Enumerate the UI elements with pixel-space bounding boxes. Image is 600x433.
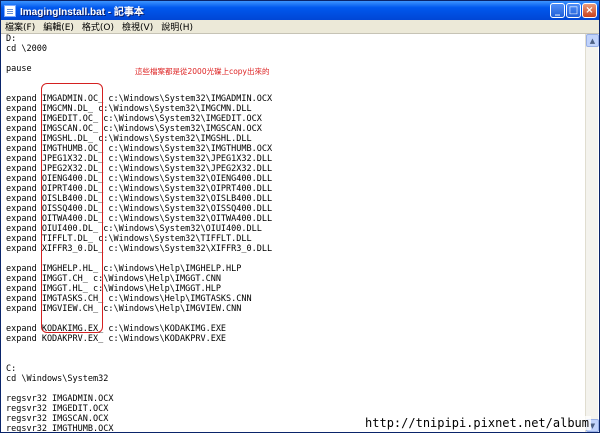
notepad-window: ImagingInstall.bat - 記事本 _ □ × 檔案(F) 編輯(… (0, 0, 600, 433)
scroll-up-button[interactable]: ▲ (586, 34, 599, 47)
editor-line: C: (6, 364, 17, 374)
red-highlight-box (41, 83, 103, 333)
red-annotation-text: 這些檔案都是從2000光碟上copy出來的 (135, 67, 270, 76)
editor-line: cd \2000 (6, 44, 47, 54)
window-controls: _ □ × (550, 3, 597, 18)
close-button[interactable]: × (582, 3, 597, 18)
editor-line: cd \Windows\System32 (6, 374, 109, 384)
notepad-icon[interactable] (4, 4, 16, 17)
menu-format[interactable]: 格式(O) (78, 20, 118, 33)
vertical-scrollbar[interactable]: ▲ ▼ (585, 34, 599, 432)
editor-line: regsvr32 IMGSCAN.OCX (6, 414, 109, 424)
title-bar[interactable]: ImagingInstall.bat - 記事本 _ □ × (1, 1, 599, 20)
editor-line: D: (6, 34, 17, 44)
maximize-button[interactable]: □ (566, 3, 581, 18)
minimize-button[interactable]: _ (550, 3, 565, 18)
editor-line: regsvr32 IMGTHUMB.OCX (6, 424, 114, 432)
menu-edit[interactable]: 編輯(E) (39, 20, 78, 33)
watermark-url: http://tnipipi.pixnet.net/album (363, 416, 591, 430)
menu-view[interactable]: 檢視(V) (118, 20, 157, 33)
editor-line: regsvr32 IMGEDIT.OCX (6, 404, 109, 414)
editor-line: regsvr32 IMGADMIN.OCX (6, 394, 114, 404)
editor-line: expand KODAKPRV.EX_ c:\Windows\KODAKPRV.… (6, 334, 227, 344)
menu-bar: 檔案(F) 編輯(E) 格式(O) 檢視(V) 說明(H) (1, 20, 599, 34)
menu-file[interactable]: 檔案(F) (1, 20, 39, 33)
window-title: ImagingInstall.bat - 記事本 (20, 7, 144, 18)
menu-help[interactable]: 說明(H) (157, 20, 197, 33)
